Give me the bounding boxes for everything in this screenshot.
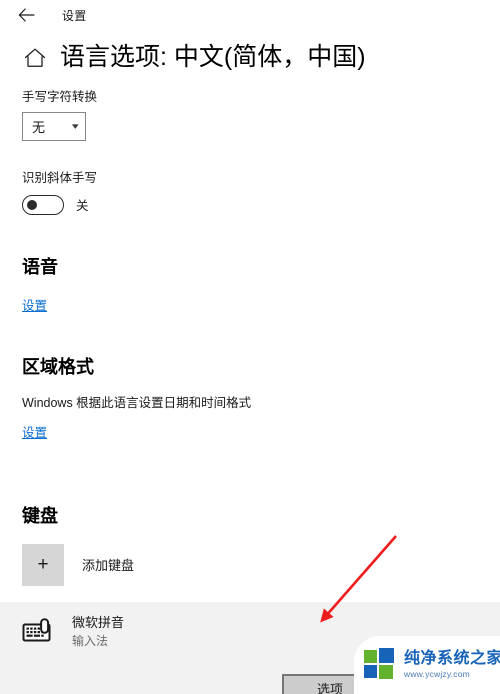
speech-heading: 语音 xyxy=(22,256,58,277)
keyboard-heading: 键盘 xyxy=(22,505,58,526)
italic-handwriting-label: 识别斜体手写 xyxy=(22,170,98,185)
watermark-title: 纯净系统之家 xyxy=(404,649,500,667)
handwriting-dropdown-value: 无 xyxy=(32,119,46,135)
toggle-knob xyxy=(27,199,37,210)
add-keyboard-label: 添加键盘 xyxy=(82,558,135,573)
chevron-down-icon: ▾ xyxy=(72,120,80,131)
settings-content: 语言选项: 中文(简体，中国) 手写字符转换 无 ▾ 识别斜体手写 关 语音 设… xyxy=(0,43,500,694)
page-title: 语言选项: 中文(简体，中国) xyxy=(60,43,366,71)
watermark-url: www.ycwjzy.com xyxy=(404,669,470,680)
italic-handwriting-row: 关 xyxy=(22,194,478,215)
speech-settings-link[interactable]: 设置 xyxy=(22,295,47,314)
keyboard-item-name: 微软拼音 xyxy=(72,614,125,630)
title-bar: 设置 xyxy=(0,0,500,30)
home-icon[interactable] xyxy=(22,45,48,71)
window-title: 设置 xyxy=(62,8,87,23)
brand-logo-icon xyxy=(364,648,398,682)
handwriting-label: 手写字符转换 xyxy=(22,89,98,104)
region-heading: 区域格式 xyxy=(22,356,94,377)
region-description: Windows 根据此语言设置日期和时间格式 xyxy=(22,395,252,410)
keyboard-icon xyxy=(22,615,62,647)
handwriting-dropdown[interactable]: 无 ▾ xyxy=(22,111,86,141)
italic-handwriting-state: 关 xyxy=(76,199,89,213)
region-settings-link[interactable]: 设置 xyxy=(22,422,47,441)
plus-icon: + xyxy=(22,543,64,586)
add-keyboard-button[interactable]: + 添加键盘 xyxy=(22,543,478,586)
watermark: 纯净系统之家 www.ycwjzy.com xyxy=(354,636,500,694)
page-header: 语言选项: 中文(简体，中国) xyxy=(22,43,478,72)
keyboard-item-subtitle: 输入法 xyxy=(72,633,109,648)
italic-handwriting-toggle[interactable] xyxy=(22,194,64,215)
back-arrow-icon[interactable] xyxy=(12,4,40,26)
